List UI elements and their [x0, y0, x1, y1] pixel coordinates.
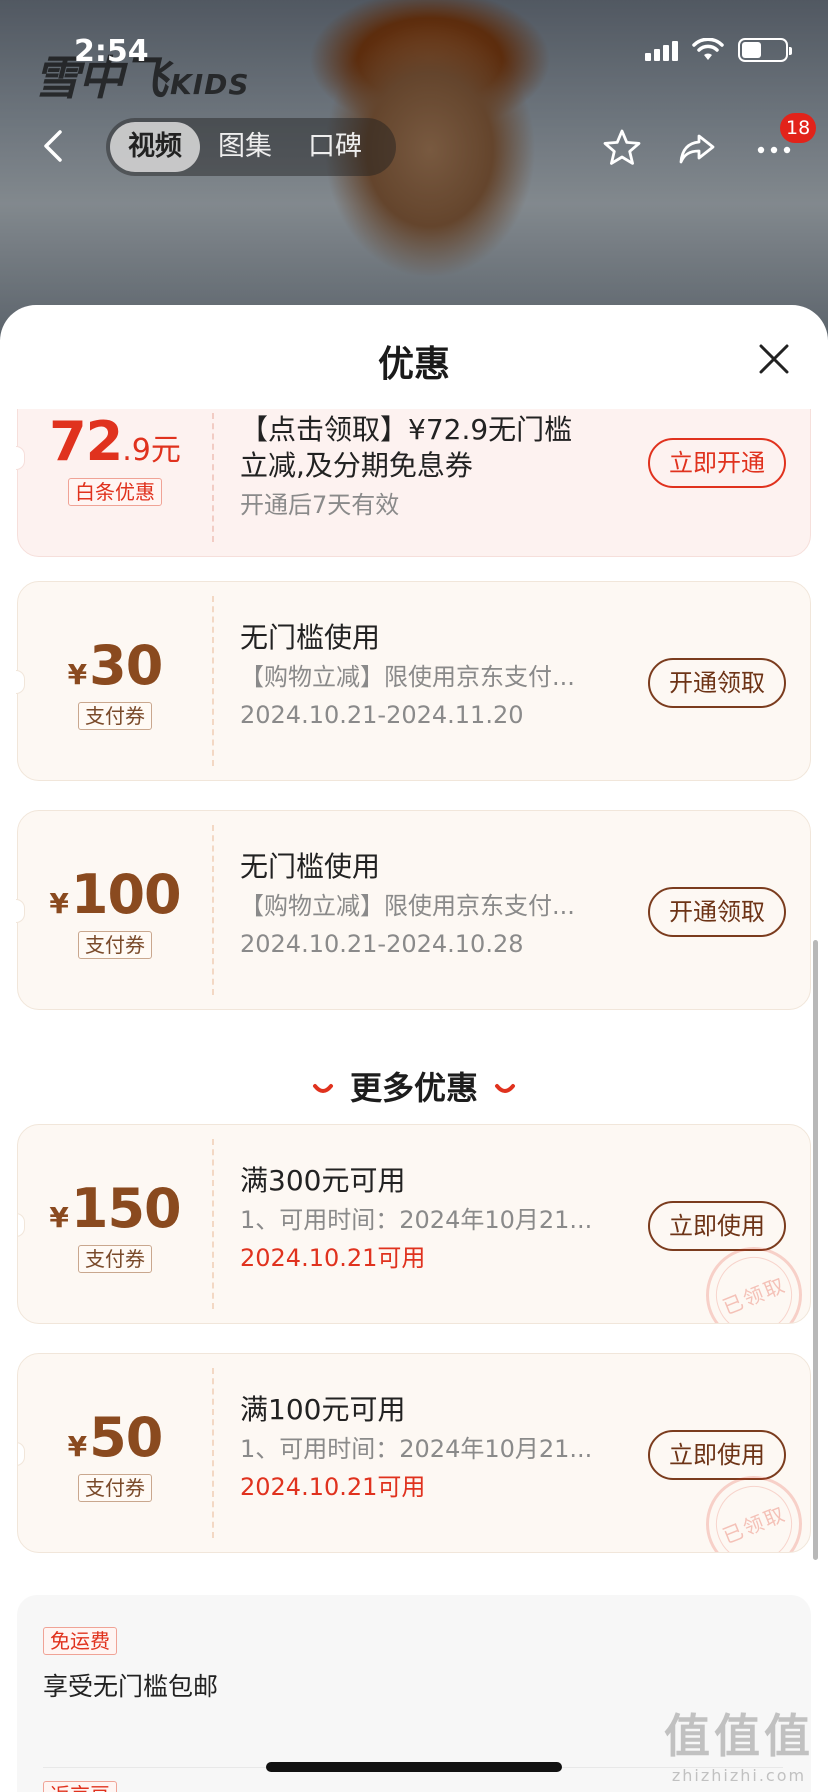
tab-gallery[interactable]: 图集 — [200, 122, 290, 172]
coupon-card[interactable]: ¥100 支付券 无门槛使用 【购物立减】限使用京东支付... 2024.10.… — [16, 810, 811, 1010]
top-nav: 视频 图集 口碑 18 — [0, 112, 828, 182]
coupon-validity: 开通后7天有效 — [240, 491, 400, 519]
status-bar: 2:54 — [0, 0, 828, 100]
coupon-title: 满100元可用 — [240, 1393, 406, 1426]
coupon-type-tag: 支付券 — [18, 702, 212, 730]
coupon-info: 无门槛使用 【购物立减】限使用京东支付... 2024.10.21-2024.1… — [240, 849, 630, 961]
coupon-card[interactable]: ¥30 支付券 无门槛使用 【购物立减】限使用京东支付... 2024.10.2… — [16, 581, 811, 781]
message-count-badge: 18 — [780, 113, 817, 143]
sheet-title: 优惠 — [377, 344, 450, 385]
perk-free-shipping: 免运费 享受无门槛包邮 — [43, 1627, 218, 1703]
coupon-amount: ¥30 — [67, 634, 164, 697]
coupon-info: 【点击领取】¥72.9无门槛立减,及分期免息券 开通后7天有效 — [240, 412, 580, 522]
chevron-down-icon — [495, 1084, 515, 1093]
coupon-card-baitiao[interactable]: 72.9元 白条优惠 【点击领取】¥72.9无门槛立减,及分期免息券 开通后7天… — [16, 409, 811, 557]
status-icons — [645, 38, 792, 62]
tab-video[interactable]: 视频 — [110, 122, 200, 172]
coupon-desc: 1、可用时间：2024年10月21... — [240, 1206, 593, 1234]
coupon-title: 满300元可用 — [240, 1164, 406, 1197]
perk-text: 享受无门槛包邮 — [43, 1672, 219, 1701]
use-now-button[interactable]: 立即使用 — [648, 1430, 786, 1480]
status-time: 2:54 — [74, 34, 149, 69]
activate-claim-button[interactable]: 开通领取 — [648, 887, 786, 937]
coupon-type-tag: 支付券 — [18, 931, 212, 959]
site-watermark: 值值值 zhizhizhi.com — [664, 1709, 814, 1785]
coupon-desc: 【购物立减】限使用京东支付... — [240, 892, 575, 920]
coupon-validity: 2024.10.21可用 — [240, 1473, 426, 1501]
coupon-list: 72.9元 白条优惠 【点击领取】¥72.9无门槛立减,及分期免息券 开通后7天… — [0, 409, 828, 1792]
coupon-amount: 72.9元 — [49, 410, 181, 473]
chevron-down-icon — [312, 1084, 333, 1093]
battery-icon — [738, 38, 792, 62]
coupon-desc: 【购物立减】限使用京东支付... — [240, 663, 575, 691]
activate-claim-button[interactable]: 开通领取 — [648, 658, 786, 708]
coupon-amount: ¥100 — [49, 863, 181, 926]
coupon-type-tag: 支付券 — [18, 1245, 212, 1273]
star-icon[interactable] — [600, 126, 644, 170]
coupon-info: 满100元可用 1、可用时间：2024年10月21... 2024.10.21可… — [240, 1392, 630, 1504]
coupon-validity: 2024.10.21-2024.10.28 — [240, 930, 524, 958]
home-indicator[interactable] — [266, 1762, 562, 1772]
coupon-info: 满300元可用 1、可用时间：2024年10月21... 2024.10.21可… — [240, 1163, 630, 1275]
scrollbar[interactable] — [813, 940, 818, 1560]
close-icon[interactable] — [756, 341, 792, 377]
share-icon[interactable] — [675, 126, 719, 170]
coupon-desc: 1、可用时间：2024年10月21... — [240, 1435, 593, 1463]
wifi-icon — [692, 38, 724, 60]
discount-sheet: 优惠 72.9元 白条优惠 【点击领取】¥72.9无门槛立减,及分期免息券 开通… — [0, 305, 828, 1792]
media-tabs: 视频 图集 口碑 — [106, 118, 396, 176]
coupon-title: 无门槛使用 — [240, 850, 381, 883]
coupon-validity: 2024.10.21-2024.11.20 — [240, 701, 524, 729]
tab-reviews[interactable]: 口碑 — [290, 122, 380, 172]
activate-now-button[interactable]: 立即开通 — [648, 438, 786, 488]
perk-jd-beans: 返京豆 — [43, 1781, 117, 1792]
coupon-type-tag: 白条优惠 — [18, 478, 212, 506]
more-discounts-label: 更多优惠 — [349, 1069, 478, 1107]
coupon-amount: ¥150 — [49, 1177, 181, 1240]
back-icon[interactable] — [34, 126, 74, 166]
coupon-type-tag: 支付券 — [18, 1474, 212, 1502]
coupon-card[interactable]: ¥150 支付券 满300元可用 1、可用时间：2024年10月21... 20… — [17, 1124, 811, 1324]
use-now-button[interactable]: 立即使用 — [648, 1201, 786, 1251]
coupon-validity: 2024.10.21可用 — [240, 1244, 426, 1272]
coupon-info: 无门槛使用 【购物立减】限使用京东支付... 2024.10.21-2024.1… — [240, 620, 630, 732]
cellular-signal-icon — [645, 39, 678, 61]
perk-tag: 返京豆 — [43, 1781, 117, 1792]
coupon-card[interactable]: ¥50 支付券 满100元可用 1、可用时间：2024年10月21... 202… — [17, 1353, 811, 1553]
coupon-amount: ¥50 — [67, 1406, 164, 1469]
coupon-title: 无门槛使用 — [240, 621, 381, 654]
coupon-title: 【点击领取】¥72.9无门槛立减,及分期免息券 — [240, 413, 573, 482]
perk-tag: 免运费 — [43, 1627, 117, 1655]
more-discounts-header[interactable]: 更多优惠 — [0, 1063, 828, 1109]
